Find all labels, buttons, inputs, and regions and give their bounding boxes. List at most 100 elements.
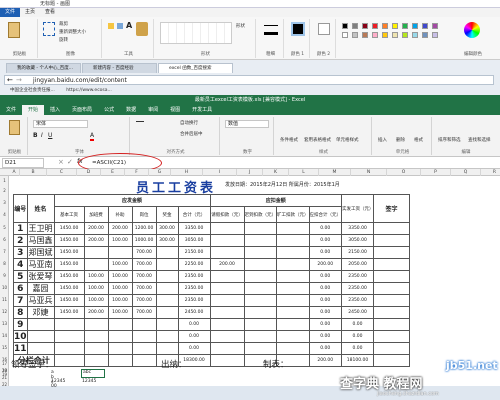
- font-name-select[interactable]: 宋体: [33, 120, 88, 128]
- cell-sign[interactable]: [373, 246, 411, 259]
- cell-basic[interactable]: 1450.00: [53, 258, 85, 271]
- column-header-n[interactable]: N: [351, 169, 387, 176]
- cell-no[interactable]: 3: [13, 246, 28, 259]
- cell-c22[interactable]: 12345 00: [51, 379, 65, 389]
- header-absent[interactable]: 旷工扣款（元）: [276, 206, 310, 223]
- excel-tab-data[interactable]: 数据: [120, 105, 142, 115]
- header-bonus[interactable]: 奖金: [155, 206, 179, 223]
- cell-dtotal[interactable]: 0.00: [308, 330, 343, 343]
- cell-actual[interactable]: 0.00: [341, 342, 375, 355]
- cell-name[interactable]: 马亚兵: [26, 294, 55, 307]
- cell-post[interactable]: 700.00: [131, 258, 157, 271]
- cell-dtotal[interactable]: 0.00: [308, 306, 343, 319]
- palette-swatch[interactable]: [432, 32, 438, 38]
- cell-dtotal[interactable]: 0.00: [308, 222, 343, 235]
- cell-name[interactable]: [26, 342, 55, 355]
- palette-swatch[interactable]: [402, 23, 408, 29]
- cell-total[interactable]: 3350.00: [177, 222, 211, 235]
- row-header-8[interactable]: 8: [0, 261, 9, 266]
- worksheet-grid[interactable]: 员工工资表 发放日期：2015年2月12日 所属月份：2015年1月 编号 姓名…: [9, 176, 500, 389]
- brush-icon[interactable]: [136, 22, 148, 36]
- cell-bonus[interactable]: 300.00: [155, 234, 179, 247]
- cell-subsidy[interactable]: 100.00: [107, 258, 133, 271]
- shapes-gallery[interactable]: [160, 22, 232, 44]
- cell-bonus[interactable]: [155, 342, 179, 355]
- excel-tab-file[interactable]: 文件: [0, 105, 22, 115]
- cell-late[interactable]: [243, 234, 278, 247]
- cell-bonus[interactable]: [155, 270, 179, 283]
- cell-sign[interactable]: [373, 318, 411, 331]
- format-button[interactable]: 格式: [414, 137, 423, 143]
- cell-subsidy[interactable]: 100.00: [107, 294, 133, 307]
- cell-post[interactable]: [131, 318, 157, 331]
- paint-edit-colors[interactable]: 编辑颜色: [450, 19, 496, 58]
- bold-button[interactable]: B: [33, 132, 38, 139]
- cell-leave[interactable]: [209, 270, 245, 283]
- cell-subsidy[interactable]: 100.00: [107, 234, 133, 247]
- cell-total[interactable]: 0.00: [177, 318, 211, 331]
- sort-filter-button[interactable]: 排序和筛选: [438, 137, 461, 143]
- palette-swatch[interactable]: [352, 23, 358, 29]
- column-header-i[interactable]: I: [203, 169, 237, 176]
- select-button[interactable]: [43, 22, 55, 36]
- cell-dtotal[interactable]: 0.00: [308, 246, 343, 259]
- cell-post[interactable]: 700.00: [131, 246, 157, 259]
- cell-total[interactable]: 2350.00: [177, 270, 211, 283]
- column-header-c[interactable]: C: [47, 169, 77, 176]
- formula-input[interactable]: =ASCII(C21): [92, 157, 126, 169]
- paint-color2[interactable]: 颜色 2: [312, 19, 336, 58]
- cell-leave[interactable]: [209, 330, 245, 343]
- row-header-11[interactable]: 11: [0, 297, 9, 302]
- pencil-icon[interactable]: [108, 23, 114, 29]
- crop-button[interactable]: 裁剪: [59, 21, 68, 27]
- column-header-m[interactable]: M: [319, 169, 351, 176]
- cell-sign[interactable]: [373, 282, 411, 295]
- paint-color1[interactable]: 颜色 1: [286, 19, 310, 58]
- row-header-22[interactable]: 22: [0, 382, 9, 387]
- row-header-5[interactable]: 5: [0, 225, 9, 230]
- cell-subsidy[interactable]: [107, 318, 133, 331]
- header-post[interactable]: 岗位: [131, 206, 157, 223]
- cell-late[interactable]: [243, 330, 278, 343]
- forward-icon[interactable]: →: [16, 76, 22, 84]
- cell-name[interactable]: 王卫明: [26, 222, 55, 235]
- paint-tab-home[interactable]: 主页: [20, 8, 40, 17]
- cell-sign[interactable]: [373, 330, 411, 343]
- cell-actual[interactable]: 0.00: [341, 318, 375, 331]
- cell-actual[interactable]: 2350.00: [341, 270, 375, 283]
- cell-absent[interactable]: [276, 270, 310, 283]
- excel-tab-formulas[interactable]: 公式: [98, 105, 120, 115]
- bookmark-1[interactable]: 中国企业社会责任报...: [10, 88, 55, 93]
- cell-late[interactable]: [243, 270, 278, 283]
- header-leave[interactable]: 请假扣款（元）: [209, 206, 245, 223]
- cell-sign[interactable]: [373, 294, 411, 307]
- cell-basic[interactable]: [53, 318, 85, 331]
- cell-late[interactable]: [243, 306, 278, 319]
- merge-center-button[interactable]: 合并后居中: [180, 131, 203, 137]
- excel-tab-developer[interactable]: 开发工具: [186, 105, 218, 115]
- row-header-20[interactable]: 20: [0, 368, 9, 373]
- address-bar[interactable]: jingyan.baidu.com/edit/content: [4, 75, 494, 85]
- cell-actual[interactable]: 0.00: [341, 330, 375, 343]
- cell-bonus[interactable]: [155, 330, 179, 343]
- cell-overtime[interactable]: 200.00: [83, 222, 109, 235]
- cell-sign[interactable]: [373, 258, 411, 271]
- name-box[interactable]: D21: [2, 158, 44, 168]
- palette-swatch[interactable]: [422, 23, 428, 29]
- underline-button[interactable]: U: [48, 132, 52, 139]
- cell-subsidy[interactable]: [107, 342, 133, 355]
- cell-name[interactable]: 嘉园: [26, 282, 55, 295]
- cell-sign[interactable]: [373, 306, 411, 319]
- cell-basic[interactable]: 1450.00: [53, 294, 85, 307]
- cell-basic[interactable]: 1450.00: [53, 234, 85, 247]
- row-header-4[interactable]: 4: [0, 212, 9, 217]
- cell-d21[interactable]: abc: [81, 369, 105, 378]
- cell-late[interactable]: [243, 294, 278, 307]
- cell-no[interactable]: 7: [13, 294, 28, 307]
- header-payable[interactable]: 应发金额: [53, 194, 211, 207]
- cell-name[interactable]: 郑国斌: [26, 246, 55, 259]
- cell-no[interactable]: 1: [13, 222, 28, 235]
- palette-swatch[interactable]: [342, 23, 348, 29]
- cell-basic[interactable]: 1450.00: [53, 306, 85, 319]
- cell-leave[interactable]: [209, 246, 245, 259]
